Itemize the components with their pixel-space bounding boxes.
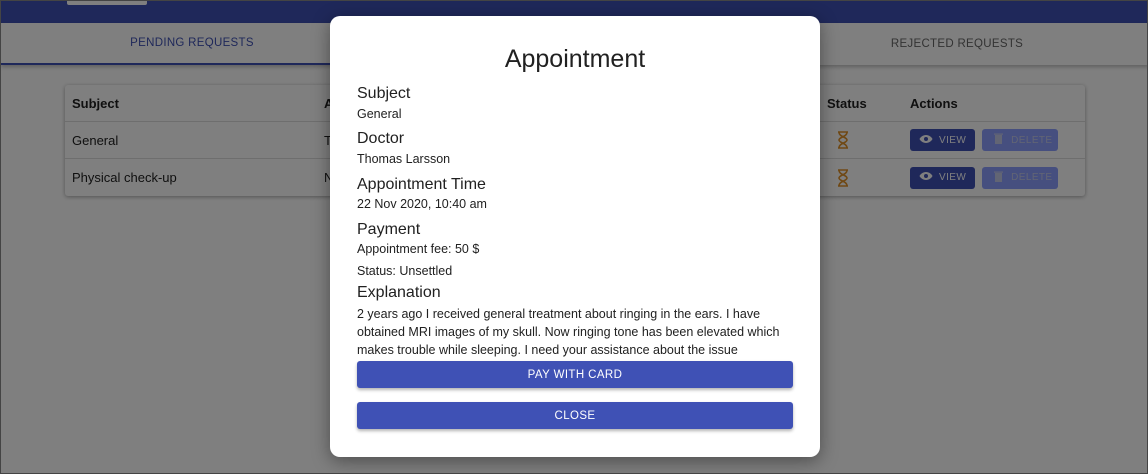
subject-value: General bbox=[357, 107, 402, 121]
close-button[interactable]: CLOSE bbox=[357, 402, 793, 429]
payment-status: Status: Unsettled bbox=[357, 264, 453, 278]
appointment-time-heading: Appointment Time bbox=[357, 176, 486, 193]
dialog-title: Appointment bbox=[504, 45, 646, 73]
explanation-heading: Explanation bbox=[357, 284, 441, 301]
appointment-dialog: Appointment Subject General Doctor Thoma… bbox=[330, 16, 820, 457]
appointment-fee: Appointment fee: 50 $ bbox=[357, 242, 480, 256]
doctor-heading: Doctor bbox=[357, 130, 405, 147]
appointment-time-value: 22 Nov 2020, 10:40 am bbox=[357, 197, 487, 211]
doctor-value: Thomas Larsson bbox=[357, 152, 451, 166]
explanation-text: 2 years ago I received general treatment… bbox=[357, 307, 780, 357]
subject-heading: Subject bbox=[357, 85, 411, 102]
pay-with-card-button[interactable]: PAY WITH CARD bbox=[357, 361, 793, 388]
app-window: PENDING REQUESTS REJECTED REQUESTS Subje… bbox=[0, 0, 1148, 474]
payment-heading: Payment bbox=[357, 221, 421, 238]
